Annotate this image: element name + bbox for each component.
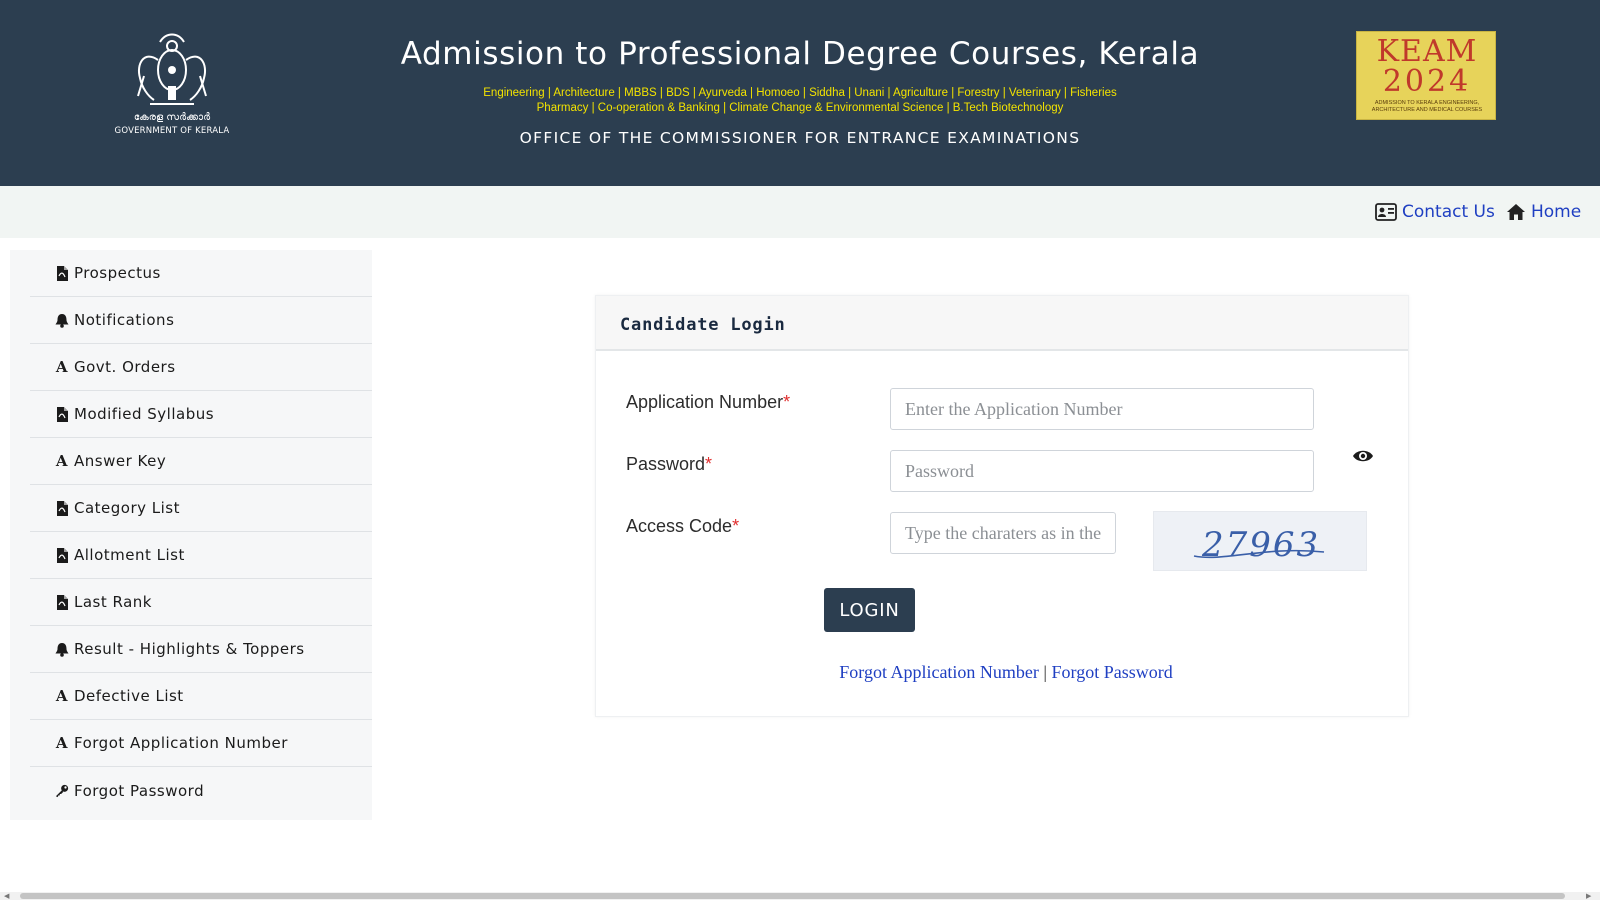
application-number-label-text: Application Number	[626, 392, 784, 412]
sidebar-item-label: Category List	[74, 499, 181, 517]
pdf-icon	[55, 547, 69, 563]
sidebar-item[interactable]: Category List	[30, 485, 372, 532]
contact-us-link[interactable]: Contact Us	[1375, 202, 1495, 222]
sidebar-item[interactable]: Forgot Password	[30, 767, 372, 814]
access-code-input[interactable]	[890, 512, 1116, 554]
sidebar-item-label: Notifications	[74, 311, 175, 329]
sidebar-item-label: Forgot Application Number	[74, 734, 288, 752]
card-title: Candidate Login	[620, 315, 786, 335]
show-password-toggle[interactable]	[1352, 448, 1374, 468]
sidebar-item-label: Forgot Password	[74, 781, 205, 800]
eye-icon	[1353, 450, 1373, 462]
required-mark: *	[732, 516, 740, 536]
home-label: Home	[1531, 202, 1582, 222]
sidebar-item-label: Modified Syllabus	[74, 405, 215, 423]
keam-logo-subtext: ADMISSION TO KERALA ENGINEERING, ARCHITE…	[1371, 100, 1483, 113]
pdf-icon	[55, 500, 69, 516]
forgot-password-link[interactable]: Forgot Password	[1052, 662, 1173, 682]
bell-icon	[55, 642, 69, 657]
captcha-text: 27963	[1201, 525, 1320, 565]
sidebar-item[interactable]: A Answer Key	[30, 438, 372, 485]
scroll-left-icon[interactable]: ◀	[4, 892, 9, 900]
link-separator: |	[1043, 662, 1048, 682]
scrollbar-thumb[interactable]	[20, 893, 1565, 899]
site-header: കേരള സർക്കാർ GOVERNMENT OF KERALA Admiss…	[0, 0, 1600, 186]
forgot-application-number-link[interactable]: Forgot Application Number	[839, 662, 1039, 682]
key-icon	[55, 783, 69, 798]
sidebar-item-label: Last Rank	[74, 593, 152, 611]
sidebar-item[interactable]: Allotment List	[30, 532, 372, 579]
forgot-links: Forgot Application Number | Forgot Passw…	[596, 662, 1296, 683]
emblem-caption: GOVERNMENT OF KERALA	[114, 126, 230, 136]
sidebar-item-label: Govt. Orders	[74, 358, 176, 376]
contact-card-icon	[1375, 203, 1397, 221]
pdf-icon	[55, 265, 69, 281]
letter-a-icon: A	[55, 687, 69, 705]
bell-icon	[55, 313, 69, 328]
sidebar-item-label: Result - Highlights & Toppers	[74, 640, 305, 658]
kerala-emblem: കേരള സർക്കാർ GOVERNMENT OF KERALA	[108, 30, 236, 142]
scroll-right-icon[interactable]: ▶	[1586, 892, 1591, 900]
access-code-label-text: Access Code	[626, 516, 733, 536]
sidebar-item[interactable]: Last Rank	[30, 579, 372, 626]
application-number-label: Application Number*	[626, 392, 790, 413]
sidebar-item[interactable]: Result - Highlights & Toppers	[30, 626, 372, 673]
contact-us-label: Contact Us	[1402, 202, 1495, 222]
course-list-line-1: Engineering | Architecture | MBBS | BDS …	[483, 87, 1117, 99]
password-label: Password*	[626, 454, 712, 475]
top-nav-bar: Contact Us Home	[0, 186, 1600, 238]
sidebar-item[interactable]: Notifications	[30, 297, 372, 344]
sidebar-item[interactable]: A Govt. Orders	[30, 344, 372, 391]
letter-a-icon: A	[55, 452, 69, 470]
emblem-icon	[137, 33, 207, 105]
office-name: OFFICE OF THE COMMISSIONER FOR ENTRANCE …	[519, 129, 1081, 147]
captcha-graphic: 27963	[1193, 525, 1325, 565]
sidebar-item[interactable]: A Forgot Application Number	[30, 720, 372, 767]
sidebar-item-label: Answer Key	[74, 452, 167, 470]
sidebar-item[interactable]: A Defective List	[30, 673, 372, 720]
required-mark: *	[705, 454, 713, 474]
home-link[interactable]: Home	[1506, 202, 1581, 222]
sidebar-item-label: Prospectus	[74, 264, 161, 282]
sidebar: Prospectus Notifications A Govt. Orders Modi…	[10, 250, 372, 820]
letter-a-icon: A	[55, 734, 69, 752]
password-input[interactable]	[890, 450, 1314, 492]
required-mark: *	[783, 392, 791, 412]
home-icon	[1507, 204, 1525, 220]
sidebar-item[interactable]: Modified Syllabus	[30, 391, 372, 438]
password-label-text: Password	[626, 454, 706, 474]
sidebar-item[interactable]: Prospectus	[30, 250, 372, 297]
emblem-malayalam-text: കേരള സർക്കാർ	[133, 112, 211, 123]
captcha-image: 27963	[1153, 511, 1367, 571]
site-title: Admission to Professional Degree Courses…	[400, 36, 1200, 72]
keam-logo-year: 2024	[1382, 64, 1472, 99]
sidebar-item-label: Allotment List	[74, 546, 185, 564]
access-code-label: Access Code*	[626, 516, 739, 537]
sidebar-item-label: Defective List	[74, 687, 184, 705]
application-number-input[interactable]	[890, 388, 1314, 430]
login-button[interactable]: LOGIN	[824, 588, 915, 632]
letter-a-icon: A	[55, 358, 69, 376]
course-list-line-2: Pharmacy | Co-operation & Banking | Clim…	[536, 102, 1064, 114]
keam-logo: KEAM 2024 ADMISSION TO KERALA ENGINEERIN…	[1356, 31, 1496, 120]
course-list: Engineering | Architecture | MBBS | BDS …	[300, 86, 1300, 116]
pdf-icon	[55, 594, 69, 610]
horizontal-scrollbar[interactable]: ◀ ▶	[0, 892, 1600, 900]
card-header: Candidate Login	[596, 296, 1408, 351]
pdf-icon	[55, 406, 69, 422]
candidate-login-card: Candidate Login Application Number* Pass…	[595, 295, 1409, 717]
